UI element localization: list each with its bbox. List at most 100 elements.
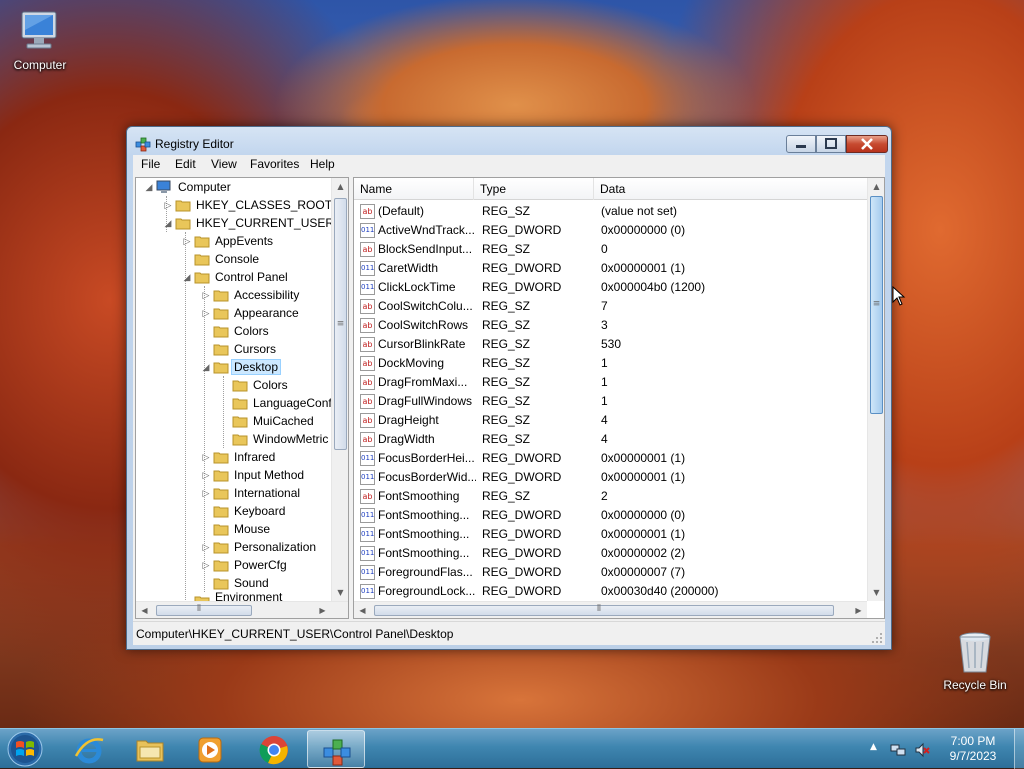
expand-arrow-icon[interactable]: ▷ [163,199,173,211]
menu-view[interactable]: View [208,157,240,171]
collapse-arrow-icon[interactable]: ◢ [182,271,192,283]
collapse-arrow-icon[interactable]: ◢ [163,217,173,229]
scroll-thumb[interactable]: ⦀ [374,604,834,616]
values-list[interactable]: Name Type Data ab (Default) REG_SZ (value n… [353,177,885,619]
table-row[interactable]: 011 FocusBorderHei... REG_DWORD 0x00000001 … [354,449,867,468]
expand-arrow-icon[interactable]: ▷ [201,541,211,553]
taskbar-clock[interactable]: 7:00 PM 9/7/2023 [936,734,1010,764]
scroll-left-arrow-icon[interactable]: ◀ [136,602,153,618]
menu-help[interactable]: Help [307,157,338,171]
table-row[interactable]: ab BlockSendInput... REG_SZ 0 [354,240,867,259]
maximize-button[interactable] [816,135,846,153]
scroll-thumb[interactable]: ≡ [334,198,347,450]
menu-edit[interactable]: Edit [172,157,199,171]
table-row[interactable]: 011 CaretWidth REG_DWORD 0x00000001 (1) [354,259,867,278]
table-row[interactable]: ab DragHeight REG_SZ 4 [354,411,867,430]
scroll-down-arrow-icon[interactable]: ▼ [868,584,884,601]
scroll-up-arrow-icon[interactable]: ▲ [332,178,348,195]
table-row[interactable]: ab DockMoving REG_SZ 1 [354,354,867,373]
tree-node-colors[interactable]: Colors [136,322,332,340]
table-row[interactable]: ab (Default) REG_SZ (value not set) [354,202,867,221]
network-icon[interactable] [890,742,906,758]
close-button[interactable] [846,135,888,153]
table-row[interactable]: 011 ForegroundLock... REG_DWORD 0x00030d40 … [354,582,867,601]
collapse-arrow-icon[interactable]: ◢ [201,361,211,373]
scroll-thumb[interactable]: ≡ [870,196,883,414]
tree-node-cursors[interactable]: Cursors [136,340,332,358]
scroll-right-arrow-icon[interactable]: ▶ [850,602,867,618]
tree-horizontal-scrollbar[interactable]: ◀ ⦀ ▶ [136,601,348,618]
tree-node-language-configuration[interactable]: LanguageConf [136,394,332,412]
tree-node-hkey-classes-root[interactable]: ▷ HKEY_CLASSES_ROOT [136,196,333,214]
tree-node-international[interactable]: ▷ International [136,484,332,502]
column-header-type[interactable]: Type [474,178,594,200]
tree-node-appearance[interactable]: ▷ Appearance [136,304,332,322]
tree-node-control-panel[interactable]: ◢ Control Panel [136,268,332,286]
menu-file[interactable]: File [138,157,163,171]
tree-node-powercfg[interactable]: ▷ PowerCfg [136,556,332,574]
table-row[interactable]: ab FontSmoothing REG_SZ 2 [354,487,867,506]
table-row[interactable]: ab CursorBlinkRate REG_SZ 530 [354,335,867,354]
speaker-muted-icon[interactable] [914,742,930,758]
column-header-name[interactable]: Name [354,178,474,200]
tree-node-appevents[interactable]: ▷ AppEvents [136,232,332,250]
expand-arrow-icon[interactable]: ▷ [201,451,211,463]
menu-favorites[interactable]: Favorites [247,157,302,171]
tree-node-computer[interactable]: ◢ Computer [136,178,332,196]
list-vertical-scrollbar[interactable]: ▲ ≡ ▼ [867,178,884,601]
tree-node-keyboard[interactable]: Keyboard [136,502,332,520]
table-row[interactable]: ab CoolSwitchColu... REG_SZ 7 [354,297,867,316]
tree-node-infrared[interactable]: ▷ Infrared [136,448,332,466]
taskbar-windows-media-player[interactable] [181,730,239,768]
tree-node-accessibility[interactable]: ▷ Accessibility [136,286,332,304]
scroll-thumb[interactable]: ⦀ [156,604,252,616]
resize-grip-icon[interactable] [871,632,883,644]
table-row[interactable]: 011 FontSmoothing... REG_DWORD 0x00000002 (… [354,544,867,563]
show-desktop-button[interactable] [1014,729,1024,769]
table-row[interactable]: 011 ForegroundFlas... REG_DWORD 0x00000007 … [354,563,867,582]
table-row[interactable]: 011 ActiveWndTrack... REG_DWORD 0x00000000 … [354,221,867,240]
show-hidden-icons-arrow-icon[interactable]: ▲ [870,742,877,752]
desktop-icon-recycle-bin[interactable]: Recycle Bin [937,628,1013,692]
expand-arrow-icon[interactable]: ▷ [182,235,192,247]
table-row[interactable]: 011 ClickLockTime REG_DWORD 0x000004b0 (120… [354,278,867,297]
tree-node-personalization[interactable]: ▷ Personalization [136,538,332,556]
desktop-icon-computer[interactable]: Computer [2,8,78,72]
scroll-up-arrow-icon[interactable]: ▲ [868,178,884,195]
tree-node-hkey-current-user[interactable]: ◢ HKEY_CURRENT_USER [136,214,335,232]
start-button[interactable] [0,730,52,768]
tree-node-mouse[interactable]: Mouse [136,520,332,538]
tree-vertical-scrollbar[interactable]: ▲ ≡ ▼ [331,178,348,601]
taskbar-google-chrome[interactable] [245,730,303,768]
taskbar-registry-editor[interactable] [307,730,365,768]
table-row[interactable]: ab DragFullWindows REG_SZ 1 [354,392,867,411]
tree-node-sound[interactable]: Sound [136,574,332,592]
expand-arrow-icon[interactable]: ▷ [201,469,211,481]
tree-node-input-method[interactable]: ▷ Input Method [136,466,332,484]
expand-arrow-icon[interactable]: ▷ [201,289,211,301]
taskbar-internet-explorer[interactable] [60,730,118,768]
table-row[interactable]: ab CoolSwitchRows REG_SZ 3 [354,316,867,335]
scroll-down-arrow-icon[interactable]: ▼ [332,584,348,601]
expand-arrow-icon[interactable]: ▷ [201,307,211,319]
tree-node-console[interactable]: Console [136,250,332,268]
taskbar-windows-explorer[interactable] [121,730,179,768]
table-row[interactable]: 011 FontSmoothing... REG_DWORD 0x00000000 (… [354,506,867,525]
list-horizontal-scrollbar[interactable]: ◀ ⦀ ▶ [354,601,867,618]
tree-node-muicached[interactable]: MuiCached [136,412,332,430]
table-row[interactable]: ab DragFromMaxi... REG_SZ 1 [354,373,867,392]
scroll-left-arrow-icon[interactable]: ◀ [354,602,371,618]
column-header-data[interactable]: Data [594,178,867,200]
tree-node-desktop-colors[interactable]: Colors [136,376,332,394]
tree-node-desktop[interactable]: ◢ Desktop [136,358,332,376]
minimize-button[interactable] [786,135,816,153]
tree-node-window-metrics[interactable]: WindowMetric [136,430,332,448]
table-row[interactable]: 011 FocusBorderWid... REG_DWORD 0x00000001 … [354,468,867,487]
expand-arrow-icon[interactable]: ▷ [201,559,211,571]
registry-tree[interactable]: ◢ Computer ▷ HKEY_CLASSES_ROOT ◢ HKEY_CU… [135,177,349,619]
collapse-arrow-icon[interactable]: ◢ [144,181,154,193]
table-row[interactable]: ab DragWidth REG_SZ 4 [354,430,867,449]
scroll-right-arrow-icon[interactable]: ▶ [314,602,331,618]
table-row[interactable]: 011 FontSmoothing... REG_DWORD 0x00000001 (… [354,525,867,544]
expand-arrow-icon[interactable]: ▷ [201,487,211,499]
